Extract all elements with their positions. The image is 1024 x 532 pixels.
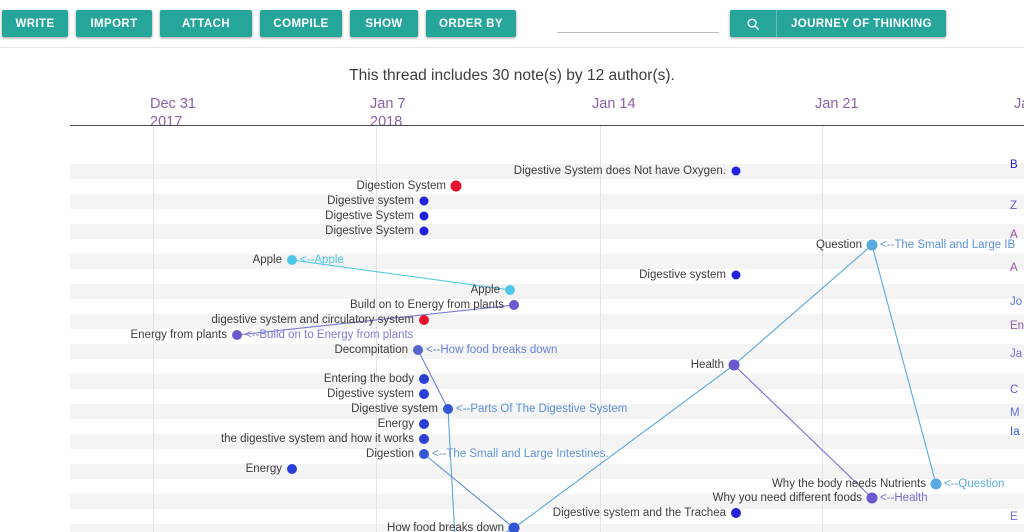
note-label: Digestive System	[325, 225, 414, 237]
toolbar-button-compile[interactable]: COMPILE	[260, 10, 342, 37]
note-label: Digestive system	[639, 269, 726, 281]
note-label: Energy	[245, 463, 282, 475]
note-label: Health	[690, 359, 724, 371]
note-link	[733, 244, 873, 366]
author-legend-item[interactable]: C	[1010, 384, 1018, 396]
author-legend-item[interactable]: En	[1010, 320, 1024, 332]
note-label: Apple	[252, 254, 282, 266]
note-dot[interactable]	[505, 285, 515, 295]
note-reference-label: <--The Small and Large IB	[880, 239, 1016, 251]
note-label: Digestive system	[327, 195, 414, 207]
note-reference-label: <--Health	[880, 492, 928, 504]
note-dot[interactable]	[419, 434, 429, 444]
search-input[interactable]	[557, 10, 723, 34]
note-label: Digestive system	[351, 403, 438, 415]
note-dot[interactable]	[731, 508, 741, 518]
note-label: the digestive system and how it works	[220, 433, 414, 445]
note-label: How food breaks down	[387, 522, 504, 532]
author-legend-item[interactable]: Ia	[1010, 426, 1020, 438]
note-dot[interactable]	[509, 300, 519, 310]
note-dot[interactable]	[419, 315, 429, 325]
note-label: Question	[815, 239, 862, 251]
thread-summary: This thread includes 30 note(s) by 12 au…	[349, 67, 675, 84]
x-axis-tick: Jan 14	[592, 96, 636, 112]
author-legend: B Z A A Jo En Ja C M Ia E	[1008, 96, 1024, 532]
author-legend-item[interactable]: Z	[1010, 200, 1017, 212]
search-underline	[557, 32, 719, 33]
search-icon[interactable]	[730, 10, 777, 37]
journey-of-thinking-page: WRITE IMPORT ATTACH COMPILE SHOW ORDER BY JOU…	[0, 0, 1024, 532]
note-dot[interactable]	[419, 449, 429, 459]
note-label: Digestion	[366, 448, 414, 460]
toolbar-button-attach[interactable]: ATTACH	[160, 10, 252, 37]
note-label: Build on to Energy from plants	[349, 299, 504, 311]
note-reference-label: <--How food breaks down	[426, 344, 558, 356]
journey-of-thinking-group: JOURNEY OF THINKING	[730, 10, 946, 37]
note-label: Digestive system and the Trachea	[552, 507, 726, 519]
toolbar-button-show[interactable]: SHOW	[350, 10, 418, 37]
note-dot[interactable]	[866, 239, 878, 251]
note-link	[423, 453, 515, 529]
note-dot[interactable]	[419, 374, 429, 384]
journey-of-thinking-button[interactable]: JOURNEY OF THINKING	[777, 10, 946, 37]
note-dot[interactable]	[731, 270, 741, 280]
toolbar-button-write[interactable]: WRITE	[2, 10, 68, 37]
note-label: Decompitation	[334, 344, 408, 356]
note-link	[513, 364, 735, 529]
note-label: Energy from plants	[130, 329, 227, 341]
toolbar: WRITE IMPORT ATTACH COMPILE SHOW ORDER BY JOU…	[0, 0, 1024, 48]
timeline-chart: Dec 312017Jan 72018Jan 14Jan 21Ja Digest…	[0, 96, 1024, 532]
note-reference-label: <--Question	[944, 478, 1005, 490]
note-dot[interactable]	[450, 180, 462, 192]
note-dot[interactable]	[419, 389, 429, 399]
note-label: Why the body needs Nutrients	[771, 478, 926, 490]
note-dot[interactable]	[866, 492, 878, 504]
author-legend-item[interactable]: Ja	[1010, 348, 1022, 360]
plot-area: Digestive System does Not have Oxygen. Di…	[70, 125, 1024, 532]
note-reference-label: <--Apple	[300, 254, 344, 266]
note-label: Digestive System does Not have Oxygen.	[513, 165, 726, 177]
note-label: Digestive System	[325, 210, 414, 222]
author-legend-item[interactable]: A	[1010, 262, 1018, 274]
note-dot[interactable]	[419, 211, 429, 221]
note-reference-label: <--Build on to Energy from plants	[245, 329, 414, 341]
note-link	[447, 408, 456, 532]
author-legend-item[interactable]: Jo	[1010, 296, 1022, 308]
x-axis-tick-label: Jan 14	[592, 96, 636, 112]
toolbar-button-order-by[interactable]: ORDER BY	[426, 10, 516, 37]
note-dot[interactable]	[731, 166, 741, 176]
note-label: Energy	[377, 418, 414, 430]
note-dot[interactable]	[419, 196, 429, 206]
note-dot[interactable]	[443, 404, 453, 414]
note-dot[interactable]	[930, 478, 942, 490]
author-legend-item[interactable]: M	[1010, 407, 1020, 419]
note-label: Apple	[470, 284, 500, 296]
note-dot[interactable]	[287, 464, 297, 474]
note-dot[interactable]	[728, 359, 740, 371]
note-reference-label: <--Parts Of The Digestive System	[456, 403, 628, 415]
note-label: digestive system and circulatory system	[211, 314, 414, 326]
note-link	[871, 244, 937, 485]
note-dot[interactable]	[413, 345, 423, 355]
toolbar-button-import[interactable]: IMPORT	[76, 10, 152, 37]
note-dot[interactable]	[232, 330, 242, 340]
note-dot[interactable]	[508, 522, 520, 532]
author-legend-item[interactable]: E	[1010, 511, 1018, 523]
note-reference-label: <--The Small and Large Intestines.	[432, 448, 609, 460]
note-dot[interactable]	[287, 255, 297, 265]
note-label: Why you need different foods	[712, 492, 862, 504]
x-axis-tick-label: Jan 7	[370, 96, 406, 112]
note-dot[interactable]	[419, 419, 429, 429]
x-axis-tick: Jan 21	[815, 96, 859, 112]
note-dot[interactable]	[419, 226, 429, 236]
note-label: Digestive system	[327, 388, 414, 400]
author-legend-item[interactable]: B	[1010, 159, 1018, 171]
x-axis-tick-label: Jan 21	[815, 96, 859, 112]
x-axis-tick-label: Dec 31	[150, 96, 196, 112]
note-label: Entering the body	[323, 373, 414, 385]
note-label: Digestion System	[356, 180, 446, 192]
author-legend-item[interactable]: A	[1010, 229, 1018, 241]
